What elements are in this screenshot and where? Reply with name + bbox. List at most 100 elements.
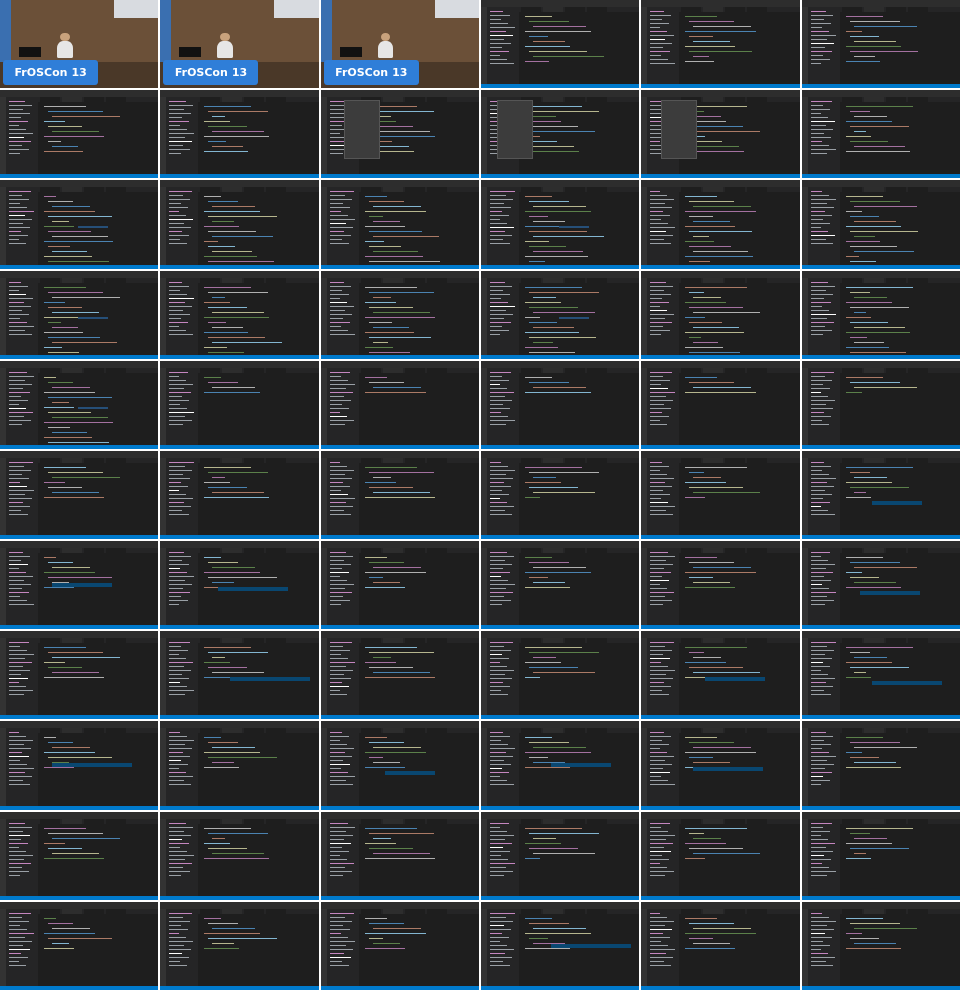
explorer-item[interactable] <box>490 568 503 570</box>
explorer-item[interactable] <box>169 141 193 143</box>
explorer-item[interactable] <box>810 678 835 680</box>
explorer-item[interactable] <box>169 117 183 119</box>
explorer-item[interactable] <box>490 51 509 52</box>
explorer-item[interactable] <box>169 830 185 832</box>
explorer-item[interactable] <box>9 916 22 918</box>
explorer-item[interactable] <box>650 313 675 315</box>
explorer-item[interactable] <box>490 497 500 499</box>
explorer-item[interactable] <box>9 371 27 373</box>
explorer-item[interactable] <box>9 870 29 872</box>
explorer-item[interactable] <box>650 588 668 590</box>
explorer-item[interactable] <box>329 407 349 409</box>
editor-frame[interactable] <box>641 541 800 630</box>
explorer-item[interactable] <box>810 223 830 225</box>
explorer-item[interactable] <box>650 764 673 766</box>
explorer-item[interactable] <box>810 838 828 840</box>
explorer-item[interactable] <box>169 375 180 377</box>
explorer-item[interactable] <box>329 576 340 578</box>
code-editor[interactable] <box>519 102 640 175</box>
explorer-item[interactable] <box>9 239 19 241</box>
explorer-item[interactable] <box>490 650 511 652</box>
explorer-item[interactable] <box>650 834 676 836</box>
code-editor[interactable] <box>38 282 159 355</box>
explorer-item[interactable] <box>169 866 184 868</box>
explorer-item[interactable] <box>169 395 183 397</box>
explorer-item[interactable] <box>490 195 506 197</box>
editor-frame[interactable] <box>801 180 960 269</box>
code-editor[interactable] <box>839 192 960 265</box>
explorer-item[interactable] <box>9 419 31 421</box>
explorer-item[interactable] <box>329 850 349 852</box>
explorer-item[interactable] <box>810 670 821 672</box>
explorer-item[interactable] <box>329 936 348 938</box>
explorer-item[interactable] <box>329 760 343 762</box>
explorer-item[interactable] <box>650 477 675 479</box>
explorer-item[interactable] <box>169 215 187 217</box>
explorer-item[interactable] <box>9 297 33 299</box>
editor-frame[interactable] <box>801 811 960 900</box>
explorer-item[interactable] <box>329 674 344 676</box>
explorer-item[interactable] <box>490 477 513 479</box>
explorer-item[interactable] <box>169 838 183 840</box>
explorer-item[interactable] <box>490 419 515 421</box>
explorer-item[interactable] <box>810 289 826 291</box>
explorer-item[interactable] <box>490 231 505 233</box>
explorer-item[interactable] <box>490 564 512 566</box>
explorer-item[interactable] <box>490 313 513 315</box>
explorer-item[interactable] <box>810 23 831 24</box>
explorer-item[interactable] <box>169 592 191 594</box>
explorer-item[interactable] <box>490 47 502 48</box>
explorer-item[interactable] <box>650 317 666 319</box>
explorer-item[interactable] <box>9 690 33 692</box>
explorer-item[interactable] <box>650 870 675 872</box>
explorer-item[interactable] <box>490 375 502 377</box>
explorer-item[interactable] <box>810 215 832 217</box>
editor-frame[interactable] <box>0 541 159 630</box>
explorer-item[interactable] <box>329 133 340 135</box>
explorer-item[interactable] <box>329 866 345 868</box>
explorer-item[interactable] <box>650 964 672 966</box>
explorer-item[interactable] <box>650 874 666 876</box>
explorer-item[interactable] <box>169 423 184 425</box>
explorer-item[interactable] <box>329 682 342 684</box>
explorer-item[interactable] <box>9 748 31 750</box>
explorer-item[interactable] <box>490 403 503 405</box>
explorer-item[interactable] <box>329 874 343 876</box>
code-editor[interactable] <box>358 372 479 445</box>
explorer-item[interactable] <box>329 686 349 688</box>
explorer-item[interactable] <box>810 690 824 692</box>
explorer-item[interactable] <box>490 642 513 644</box>
explorer-item[interactable] <box>9 305 31 307</box>
explorer-item[interactable] <box>490 509 505 511</box>
explorer-item[interactable] <box>490 191 515 193</box>
explorer-item[interactable] <box>810 129 833 131</box>
explorer-item[interactable] <box>490 55 500 56</box>
explorer-item[interactable] <box>9 948 30 950</box>
explorer-item[interactable] <box>810 826 823 828</box>
explorer-item[interactable] <box>329 513 351 515</box>
explorer-item[interactable] <box>169 411 195 413</box>
explorer-item[interactable] <box>329 403 342 405</box>
explorer-item[interactable] <box>9 203 20 205</box>
explorer-item[interactable] <box>9 423 22 425</box>
editor-frame[interactable] <box>801 721 960 810</box>
explorer-item[interactable] <box>650 403 665 405</box>
explorer-item[interactable] <box>9 215 25 217</box>
explorer-item[interactable] <box>810 604 825 606</box>
explorer-item[interactable] <box>650 842 674 844</box>
explorer-item[interactable] <box>329 736 349 738</box>
explorer-item[interactable] <box>490 560 505 562</box>
explorer-item[interactable] <box>490 764 511 766</box>
explorer-item[interactable] <box>650 916 668 918</box>
explorer-item[interactable] <box>650 63 676 64</box>
explorer-item[interactable] <box>650 105 662 107</box>
explorer-item[interactable] <box>810 301 831 303</box>
explorer-item[interactable] <box>9 195 22 197</box>
explorer-item[interactable] <box>169 219 194 221</box>
explorer-item[interactable] <box>650 776 662 778</box>
explorer-item[interactable] <box>9 740 33 742</box>
explorer-item[interactable] <box>650 604 664 606</box>
explorer-item[interactable] <box>169 874 182 876</box>
explorer-item[interactable] <box>490 756 513 758</box>
explorer-item[interactable] <box>810 231 828 233</box>
